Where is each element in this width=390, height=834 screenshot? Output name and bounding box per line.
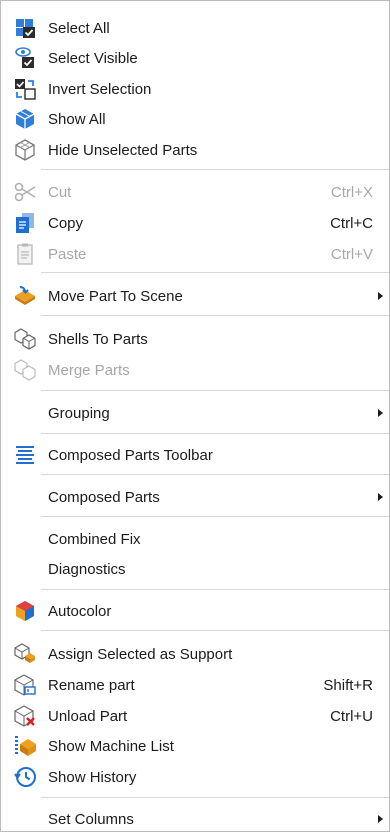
menu-item-move-part-to-scene[interactable]: Move Part To Scene bbox=[1, 281, 389, 311]
menu-item-label: Grouping bbox=[48, 404, 110, 422]
menu-item-label: Combined Fix bbox=[48, 530, 141, 548]
submenu-arrow-icon bbox=[378, 409, 383, 417]
menu-item-label: Unload Part bbox=[48, 707, 128, 725]
menu-item-label: Set Columns bbox=[48, 810, 134, 828]
menu-item-label: Rename part bbox=[48, 676, 135, 694]
menu-item-paste[interactable]: Paste Ctrl+V bbox=[1, 239, 389, 269]
menu-item-combined-fix[interactable]: Combined Fix bbox=[1, 524, 389, 554]
menu-item-label: Show History bbox=[48, 768, 137, 786]
menu-item-label: Assign Selected as Support bbox=[48, 645, 233, 663]
menu-item-shortcut: Ctrl+V bbox=[330, 245, 373, 263]
menu-item-label: Paste bbox=[48, 245, 87, 263]
menu-item-label: Move Part To Scene bbox=[48, 287, 183, 305]
menu-item-label: Composed Parts bbox=[48, 488, 160, 506]
menu-item-autocolor[interactable]: Autocolor bbox=[1, 596, 389, 626]
rename-part-icon bbox=[13, 673, 37, 697]
submenu-arrow-icon bbox=[378, 493, 383, 501]
menu-item-label: Merge Parts bbox=[48, 361, 130, 379]
copy-icon bbox=[13, 211, 37, 235]
menu-item-label: Autocolor bbox=[48, 602, 112, 620]
menu-item-show-all[interactable]: Show All bbox=[1, 104, 389, 134]
menu-item-shells-to-parts[interactable]: Shells To Parts bbox=[1, 324, 389, 354]
menu-item-set-columns[interactable]: Set Columns bbox=[1, 804, 389, 834]
menu-item-diagnostics[interactable]: Diagnostics bbox=[1, 554, 389, 584]
menu-item-composed-parts-toolbar[interactable]: Composed Parts Toolbar bbox=[1, 440, 389, 470]
machine-list-icon bbox=[13, 734, 37, 758]
menu-item-rename-part[interactable]: Rename part Shift+R bbox=[1, 670, 389, 700]
menu-separator bbox=[41, 589, 389, 590]
menu-item-composed-parts[interactable]: Composed Parts bbox=[1, 482, 389, 512]
menu-separator bbox=[41, 169, 389, 170]
unload-part-icon bbox=[13, 704, 37, 728]
invert-selection-icon bbox=[13, 77, 37, 101]
menu-item-cut[interactable]: Cut Ctrl+X bbox=[1, 177, 389, 207]
move-part-icon bbox=[13, 284, 37, 308]
shells-icon bbox=[13, 327, 37, 351]
menu-item-label: Hide Unselected Parts bbox=[48, 141, 198, 159]
menu-item-assign-support[interactable]: Assign Selected as Support bbox=[1, 639, 389, 669]
menu-item-label: Cut bbox=[48, 183, 72, 201]
select-visible-icon bbox=[13, 46, 37, 70]
menu-item-shortcut: Shift+R bbox=[323, 676, 373, 694]
merge-parts-icon bbox=[13, 358, 37, 382]
menu-item-unload-part[interactable]: Unload Part Ctrl+U bbox=[1, 701, 389, 731]
menu-item-show-history[interactable]: Show History bbox=[1, 762, 389, 792]
menu-separator bbox=[41, 390, 389, 391]
menu-item-label: Select Visible bbox=[48, 49, 138, 67]
menu-separator bbox=[41, 272, 389, 273]
menu-item-invert-selection[interactable]: Invert Selection bbox=[1, 74, 389, 104]
menu-separator bbox=[41, 797, 389, 798]
autocolor-icon bbox=[13, 599, 37, 623]
submenu-arrow-icon bbox=[378, 292, 383, 300]
menu-item-select-all[interactable]: Select All bbox=[1, 13, 389, 43]
select-all-icon bbox=[13, 16, 37, 40]
menu-separator bbox=[41, 315, 389, 316]
submenu-arrow-icon bbox=[378, 815, 383, 823]
menu-separator bbox=[41, 474, 389, 475]
menu-item-copy[interactable]: Copy Ctrl+C bbox=[1, 208, 389, 238]
assign-support-icon bbox=[13, 642, 37, 666]
toolbar-lines-icon bbox=[13, 443, 37, 467]
menu-item-shortcut: Ctrl+C bbox=[330, 214, 373, 232]
menu-item-label: Show All bbox=[48, 110, 106, 128]
show-all-icon bbox=[13, 107, 37, 131]
menu-separator bbox=[41, 433, 389, 434]
menu-item-shortcut: Ctrl+U bbox=[330, 707, 373, 725]
menu-item-label: Diagnostics bbox=[48, 560, 126, 578]
menu-item-label: Select All bbox=[48, 19, 110, 37]
scissors-icon bbox=[13, 180, 37, 204]
menu-item-grouping[interactable]: Grouping bbox=[1, 398, 389, 428]
menu-item-label: Composed Parts Toolbar bbox=[48, 446, 213, 464]
menu-item-label: Shells To Parts bbox=[48, 330, 148, 348]
menu-item-show-machine-list[interactable]: Show Machine List bbox=[1, 731, 389, 761]
menu-separator bbox=[41, 630, 389, 631]
menu-item-label: Invert Selection bbox=[48, 80, 152, 98]
menu-separator bbox=[41, 516, 389, 517]
menu-item-label: Show Machine List bbox=[48, 737, 174, 755]
context-menu: Select All Select Visible Invert Selecti… bbox=[0, 0, 390, 832]
history-icon bbox=[13, 765, 37, 789]
menu-item-merge-parts[interactable]: Merge Parts bbox=[1, 355, 389, 385]
menu-item-select-visible[interactable]: Select Visible bbox=[1, 43, 389, 73]
menu-item-hide-unselected[interactable]: Hide Unselected Parts bbox=[1, 135, 389, 165]
menu-item-label: Copy bbox=[48, 214, 84, 232]
hide-unselected-icon bbox=[13, 138, 37, 162]
paste-icon bbox=[13, 242, 37, 266]
menu-item-shortcut: Ctrl+X bbox=[330, 183, 373, 201]
